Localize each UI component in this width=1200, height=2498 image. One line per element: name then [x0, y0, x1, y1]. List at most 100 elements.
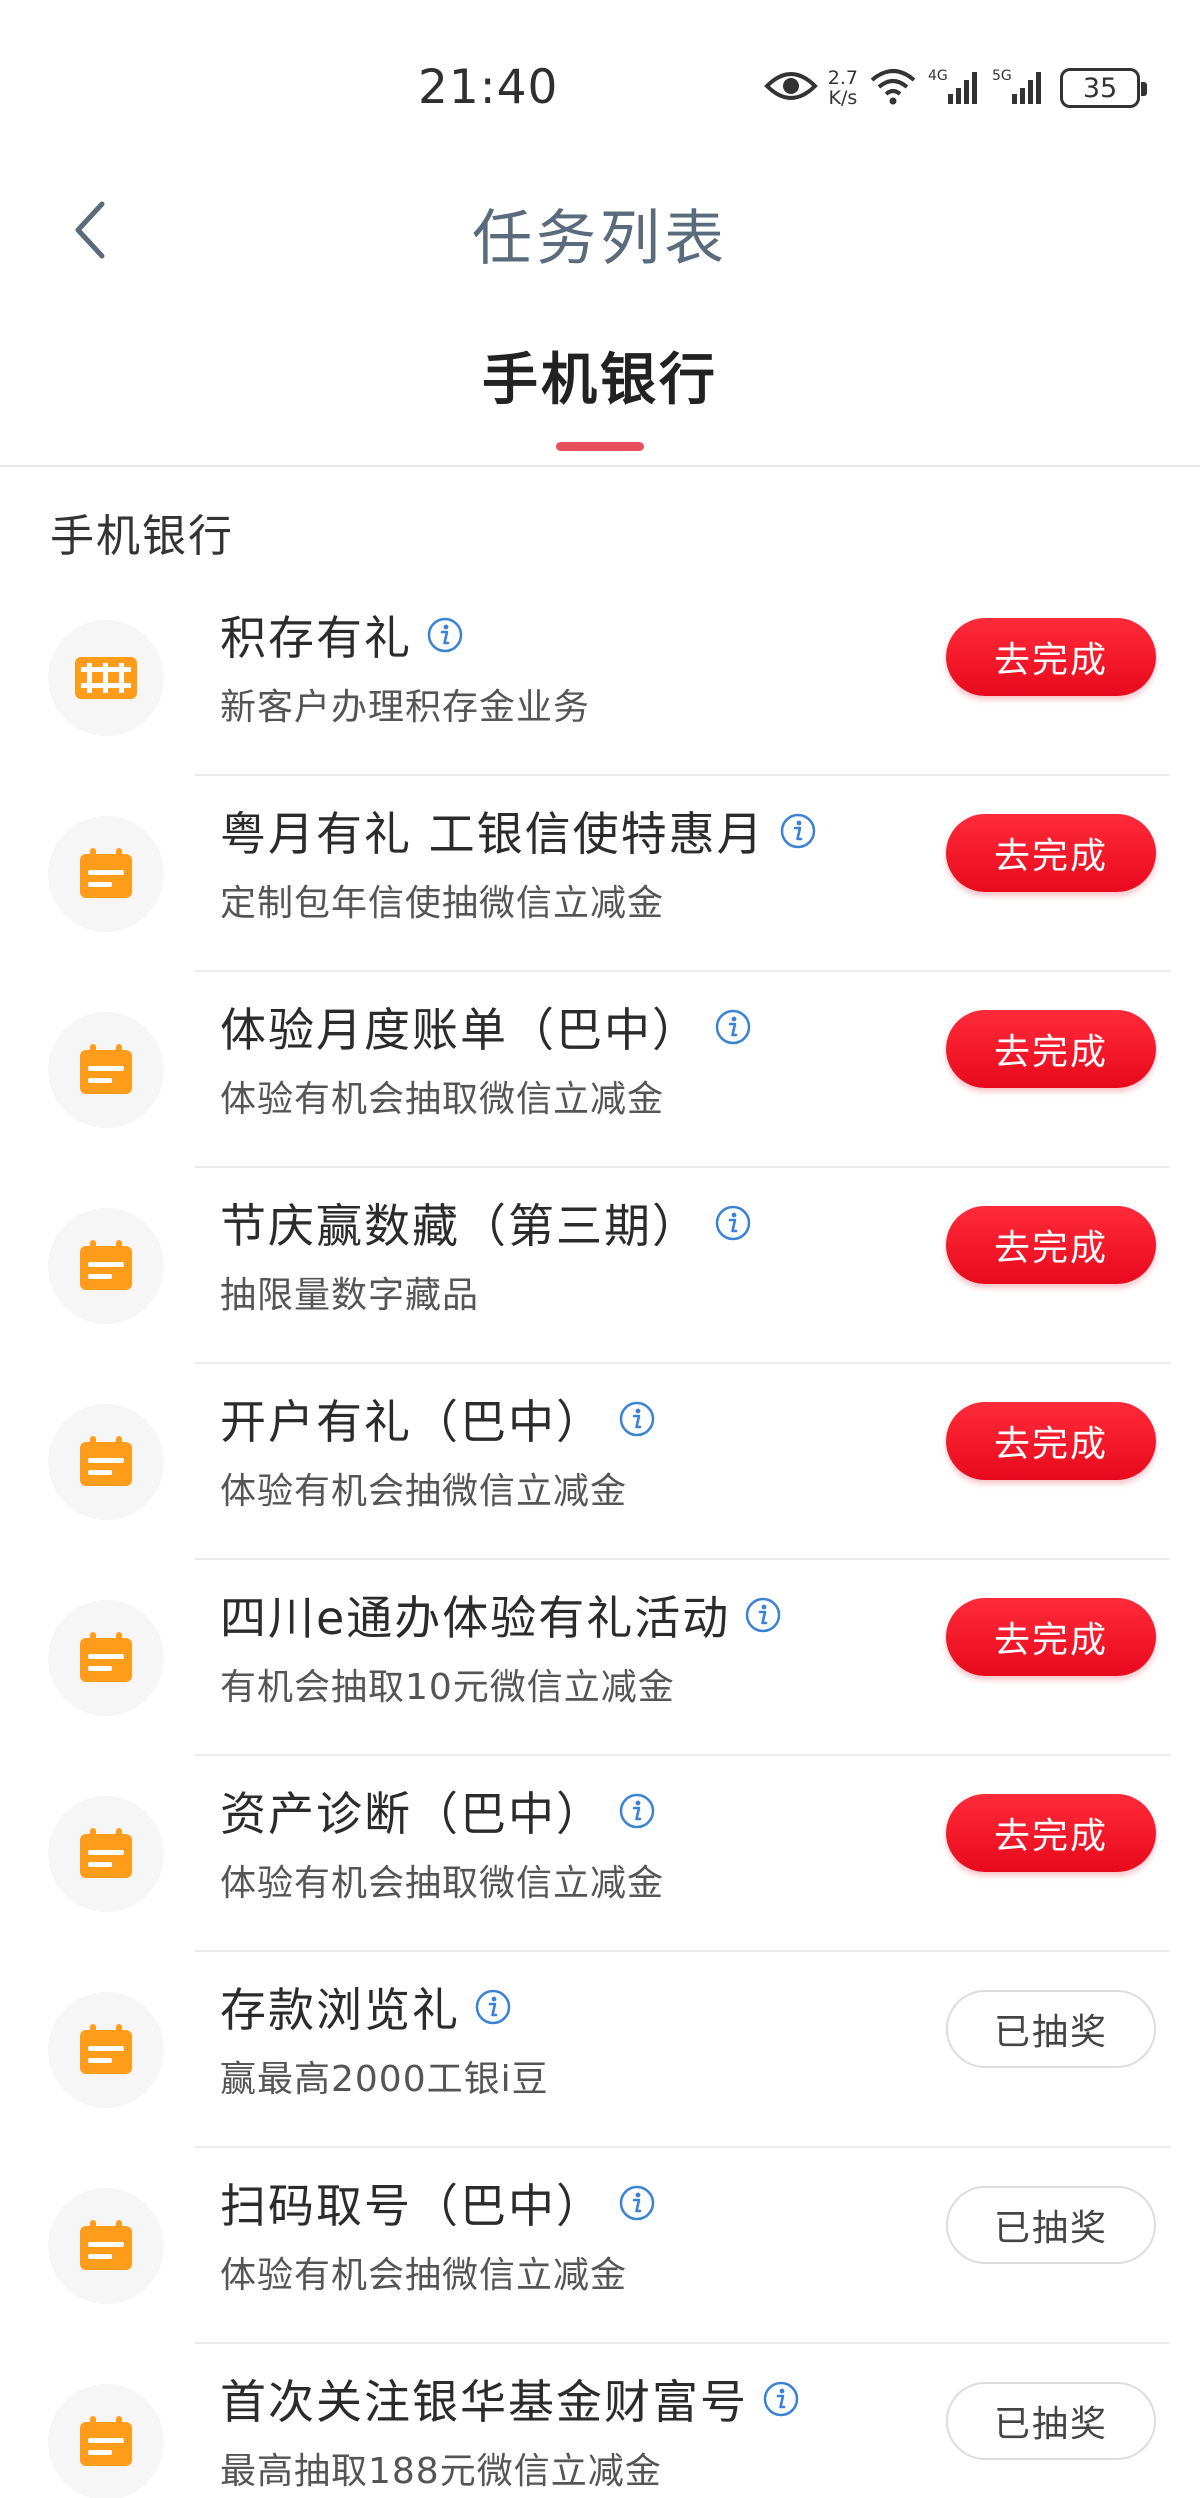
task-description: 体验有机会抽微信立减金	[220, 2255, 628, 2296]
task-action-button[interactable]: 去完成	[946, 1794, 1156, 1872]
task-icon	[48, 1404, 164, 1520]
task-item: 资产诊断（巴中） 体验有机会抽取微信立减金 去完成	[0, 1756, 1200, 1952]
task-title-row: 开户有礼（巴中）	[220, 1386, 656, 1452]
task-description: 有机会抽取10元微信立减金	[220, 1667, 675, 1708]
tab-mobile-banking[interactable]: 手机银行	[400, 335, 800, 416]
info-icon[interactable]	[744, 1596, 782, 1634]
task-item: 首次关注银华基金财富号 最高抽取188元微信立减金 已抽奖	[0, 2344, 1200, 2498]
signal-5g-icon: 5G	[992, 66, 1046, 110]
calendar-icon	[80, 1436, 132, 1486]
status-bar: 21:40 2.7 K/s 4G 5G 35	[0, 0, 1200, 150]
calendar-icon	[80, 1240, 132, 1290]
calendar-icon	[80, 848, 132, 898]
task-title-row: 节庆赢数藏（第三期）	[220, 1190, 752, 1256]
task-list-page: 21:40 2.7 K/s 4G 5G 35 任务列表 手机银行 手机银行 积存…	[0, 0, 1200, 2498]
info-icon[interactable]	[714, 1204, 752, 1242]
task-description: 抽限量数字藏品	[220, 1275, 480, 1316]
task-icon	[48, 1012, 164, 1128]
task-item: 扫码取号（巴中） 体验有机会抽微信立减金 已抽奖	[0, 2148, 1200, 2344]
task-action-button[interactable]: 已抽奖	[946, 1990, 1156, 2068]
tab-indicator	[556, 442, 644, 451]
task-action-button[interactable]: 去完成	[946, 1010, 1156, 1088]
task-item: 体验月度账单（巴中） 体验有机会抽取微信立减金 去完成	[0, 972, 1200, 1168]
task-title-row: 体验月度账单（巴中）	[220, 994, 752, 1060]
task-icon	[48, 1992, 164, 2108]
task-list: 积存有礼 新客户办理积存金业务 去完成 粤月有礼 工银信使特惠月 定制包年信使抽…	[0, 580, 1200, 2498]
info-icon[interactable]	[618, 1792, 656, 1830]
info-icon[interactable]	[779, 812, 817, 850]
task-icon	[48, 1796, 164, 1912]
task-description: 最高抽取188元微信立减金	[220, 2451, 662, 2492]
task-icon	[48, 2384, 164, 2498]
info-icon[interactable]	[714, 1008, 752, 1046]
info-icon[interactable]	[618, 1400, 656, 1438]
svg-text:5G: 5G	[992, 68, 1012, 84]
status-icons: 2.7 K/s 4G 5G 35	[754, 58, 1147, 118]
task-title: 四川e通办体验有礼活动	[220, 1591, 731, 1645]
task-item: 积存有礼 新客户办理积存金业务 去完成	[0, 580, 1200, 776]
net-speed-unit: K/s	[828, 87, 858, 109]
calendar-icon	[80, 1632, 132, 1682]
info-icon[interactable]	[762, 2380, 800, 2418]
net-speed: 2.7 K/s	[828, 68, 858, 108]
task-title: 粤月有礼 工银信使特惠月	[220, 807, 765, 861]
task-title: 开户有礼（巴中）	[220, 1395, 604, 1449]
calendar-icon	[80, 2416, 132, 2466]
task-description: 体验有机会抽微信立减金	[220, 1471, 628, 1512]
task-title-row: 资产诊断（巴中）	[220, 1778, 656, 1844]
task-title: 扫码取号（巴中）	[220, 2179, 604, 2233]
eye-icon	[763, 68, 818, 108]
battery-icon: 35	[1060, 68, 1147, 108]
task-description: 赢最高2000工银i豆	[220, 2059, 549, 2100]
info-icon[interactable]	[474, 1988, 512, 2026]
task-item: 节庆赢数藏（第三期） 抽限量数字藏品 去完成	[0, 1168, 1200, 1364]
task-action-button[interactable]: 去完成	[946, 1598, 1156, 1676]
task-title: 首次关注银华基金财富号	[220, 2375, 748, 2429]
task-action-button[interactable]: 已抽奖	[946, 2186, 1156, 2264]
task-icon	[48, 2188, 164, 2304]
task-description: 体验有机会抽取微信立减金	[220, 1863, 665, 1904]
status-time: 21:40	[418, 60, 559, 115]
calendar-icon	[80, 1828, 132, 1878]
info-icon[interactable]	[426, 616, 464, 654]
task-description: 体验有机会抽取微信立减金	[220, 1079, 665, 1120]
task-title: 体验月度账单（巴中）	[220, 1003, 700, 1057]
wifi-icon	[868, 66, 918, 110]
task-description: 定制包年信使抽微信立减金	[220, 883, 665, 924]
info-icon[interactable]	[618, 2184, 656, 2222]
calendar-icon	[80, 2220, 132, 2270]
task-title: 节庆赢数藏（第三期）	[220, 1199, 700, 1253]
task-title: 积存有礼	[220, 611, 412, 665]
task-description: 新客户办理积存金业务	[220, 687, 591, 728]
task-title: 存款浏览礼	[220, 1983, 460, 2037]
calendar-icon	[80, 2024, 132, 2074]
task-icon	[48, 1208, 164, 1324]
signal-4g-icon: 4G	[928, 66, 982, 110]
task-icon	[48, 816, 164, 932]
task-title: 资产诊断（巴中）	[220, 1787, 604, 1841]
task-item: 粤月有礼 工银信使特惠月 定制包年信使抽微信立减金 去完成	[0, 776, 1200, 972]
gold-bars-icon	[75, 657, 137, 699]
task-title-row: 四川e通办体验有礼活动	[220, 1582, 782, 1648]
task-title-row: 首次关注银华基金财富号	[220, 2366, 800, 2432]
task-title-row: 积存有礼	[220, 602, 464, 668]
task-title-row: 存款浏览礼	[220, 1974, 512, 2040]
task-item: 四川e通办体验有礼活动 有机会抽取10元微信立减金 去完成	[0, 1560, 1200, 1756]
task-action-button[interactable]: 已抽奖	[946, 2382, 1156, 2460]
task-item: 存款浏览礼 赢最高2000工银i豆 已抽奖	[0, 1952, 1200, 2148]
task-action-button[interactable]: 去完成	[946, 618, 1156, 696]
calendar-icon	[80, 1044, 132, 1094]
net-speed-value: 2.7	[827, 67, 858, 89]
task-icon	[48, 1600, 164, 1716]
task-icon	[48, 620, 164, 736]
task-item: 开户有礼（巴中） 体验有机会抽微信立减金 去完成	[0, 1364, 1200, 1560]
tab-divider	[0, 465, 1200, 467]
task-action-button[interactable]: 去完成	[946, 1206, 1156, 1284]
section-title: 手机银行	[50, 511, 234, 562]
svg-text:4G: 4G	[928, 68, 948, 84]
task-action-button[interactable]: 去完成	[946, 1402, 1156, 1480]
task-title-row: 扫码取号（巴中）	[220, 2170, 656, 2236]
task-action-button[interactable]: 去完成	[946, 814, 1156, 892]
task-title-row: 粤月有礼 工银信使特惠月	[220, 798, 817, 864]
page-title: 任务列表	[472, 204, 728, 274]
